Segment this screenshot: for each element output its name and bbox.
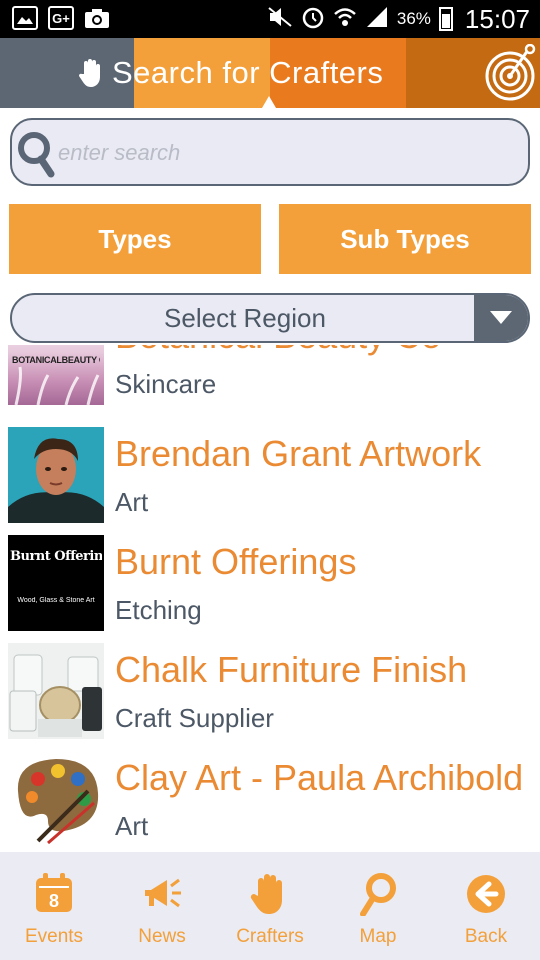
bottom-navigation: 8 Events News Crafters Map Back — [0, 852, 540, 960]
crafter-thumbnail — [8, 643, 104, 739]
wifi-icon — [333, 5, 357, 34]
calendar-icon: 8 — [36, 873, 72, 912]
image-icon — [12, 6, 38, 30]
nav-events-label: Events — [24, 926, 84, 947]
list-item[interactable]: Chalk Furniture Finish Craft Supplier — [0, 643, 540, 751]
crafter-thumbnail: BOTANICALBEAUTY CO. — [8, 345, 104, 405]
nav-back-label: Back — [464, 926, 508, 947]
back-arrow-icon — [467, 875, 505, 913]
crafter-type: Art — [115, 811, 149, 841]
nav-news[interactable]: News — [108, 852, 216, 960]
signal-icon — [365, 5, 389, 34]
battery-icon — [438, 7, 453, 31]
header-pointer — [262, 96, 276, 108]
hand-icon — [78, 59, 100, 87]
megaphone-icon — [145, 878, 181, 908]
nav-news-label: News — [138, 926, 186, 947]
thumbnail-title: Burnt Offerings — [10, 549, 102, 564]
region-select-label: Select Region — [164, 302, 326, 333]
page-title-text: Search for Crafters — [112, 55, 384, 90]
status-bar: G+ 36% 15:07 — [0, 0, 540, 38]
list-item[interactable]: BOTANICALBEAUTY CO. Botanical Beauty Co … — [0, 345, 540, 417]
page-title: Search for Crafters — [78, 38, 383, 108]
nav-events[interactable]: 8 Events — [0, 852, 108, 960]
nav-back[interactable]: Back — [432, 852, 540, 960]
crafters-list[interactable]: BOTANICALBEAUTY CO. Botanical Beauty Co … — [0, 345, 540, 852]
crafter-thumbnail — [8, 427, 104, 523]
region-select[interactable]: Select Region — [10, 293, 530, 343]
crafter-type: Craft Supplier — [115, 703, 274, 733]
types-button[interactable]: Types — [9, 204, 261, 274]
clock: 15:07 — [464, 3, 530, 34]
crafter-thumbnail: Burnt Offerings Wood, Glass & Stone Art — [8, 535, 104, 631]
search-icon — [18, 132, 55, 178]
crafter-name: Chalk Furniture Finish — [115, 649, 468, 690]
tree-ring-logo-icon[interactable] — [484, 44, 538, 102]
crafter-name: Botanical Beauty Co — [115, 345, 441, 357]
crafter-type: Art — [115, 487, 149, 517]
list-item[interactable]: Brendan Grant Artwork Art — [0, 427, 540, 535]
list-item[interactable]: Clay Art - Paula Archibold Art — [0, 751, 540, 852]
list-item[interactable]: Burnt Offerings Wood, Glass & Stone Art … — [0, 535, 540, 643]
nav-crafters[interactable]: Crafters — [216, 852, 324, 960]
search-box[interactable] — [10, 118, 530, 186]
nav-map[interactable]: Map — [324, 852, 432, 960]
battery-percent: 36% — [396, 9, 431, 28]
crafter-thumbnail — [8, 751, 104, 847]
search-input[interactable] — [58, 134, 508, 172]
nav-crafters-label: Crafters — [236, 926, 304, 947]
hand-icon — [250, 874, 282, 914]
google-plus-icon: G+ — [48, 6, 74, 30]
subtypes-button[interactable]: Sub Types — [279, 204, 531, 274]
thumbnail-subtitle: Wood, Glass & Stone Art — [17, 597, 95, 604]
chevron-down-icon[interactable] — [474, 295, 528, 341]
camera-icon — [84, 7, 110, 29]
crafter-name: Brendan Grant Artwork — [115, 433, 482, 474]
crafter-type: Etching — [115, 595, 202, 625]
crafter-name: Burnt Offerings — [115, 541, 357, 582]
mute-icon — [267, 6, 293, 33]
crafter-name: Clay Art - Paula Archibold — [115, 757, 524, 798]
crafter-type: Skincare — [115, 369, 217, 399]
map-pin-icon — [360, 873, 396, 916]
events-badge: 8 — [49, 891, 59, 911]
nav-map-label: Map — [359, 926, 397, 947]
alarm-icon — [301, 5, 325, 34]
